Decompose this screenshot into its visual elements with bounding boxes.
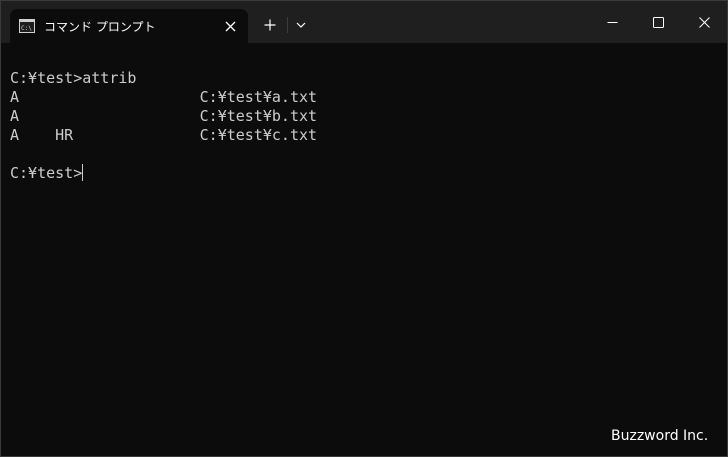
console-icon: C:\ <box>19 19 35 33</box>
maximize-button[interactable] <box>635 1 681 43</box>
text-cursor <box>82 164 84 181</box>
close-icon <box>698 16 710 28</box>
console-line: C:¥test>attrib <box>10 69 137 87</box>
console-line: A HR C:¥test¥c.txt <box>10 126 318 144</box>
watermark: Buzzword Inc. <box>611 428 709 444</box>
close-window-button[interactable] <box>681 1 727 43</box>
maximize-icon <box>652 16 664 28</box>
tab-title: コマンド プロンプト <box>44 19 156 34</box>
new-tab-button[interactable] <box>259 14 281 36</box>
minimize-icon <box>607 21 617 23</box>
minimize-button[interactable] <box>589 1 635 43</box>
prompt-line[interactable]: C:¥test> <box>10 164 720 183</box>
svg-text:C:\: C:\ <box>21 25 32 32</box>
console-output[interactable]: C:¥test>attrib A C:¥test¥a.txt A C:¥test… <box>10 69 720 439</box>
console-line: A C:¥test¥b.txt <box>10 107 318 125</box>
toolbar-divider <box>287 17 288 33</box>
tab-command-prompt[interactable]: C:\ コマンド プロンプト <box>10 9 248 43</box>
title-bar[interactable]: C:\ コマンド プロンプト <box>1 1 727 43</box>
plus-icon <box>264 19 276 31</box>
dropdown-button[interactable] <box>292 14 310 36</box>
close-tab-button[interactable] <box>222 18 238 34</box>
console-line: A C:¥test¥a.txt <box>10 88 318 106</box>
close-icon <box>225 21 235 31</box>
chevron-down-icon <box>296 22 306 28</box>
prompt-text: C:¥test> <box>10 164 83 182</box>
terminal-window: C:\ コマンド プロンプト C:¥test>attrib A C:¥test¥… <box>0 0 728 457</box>
